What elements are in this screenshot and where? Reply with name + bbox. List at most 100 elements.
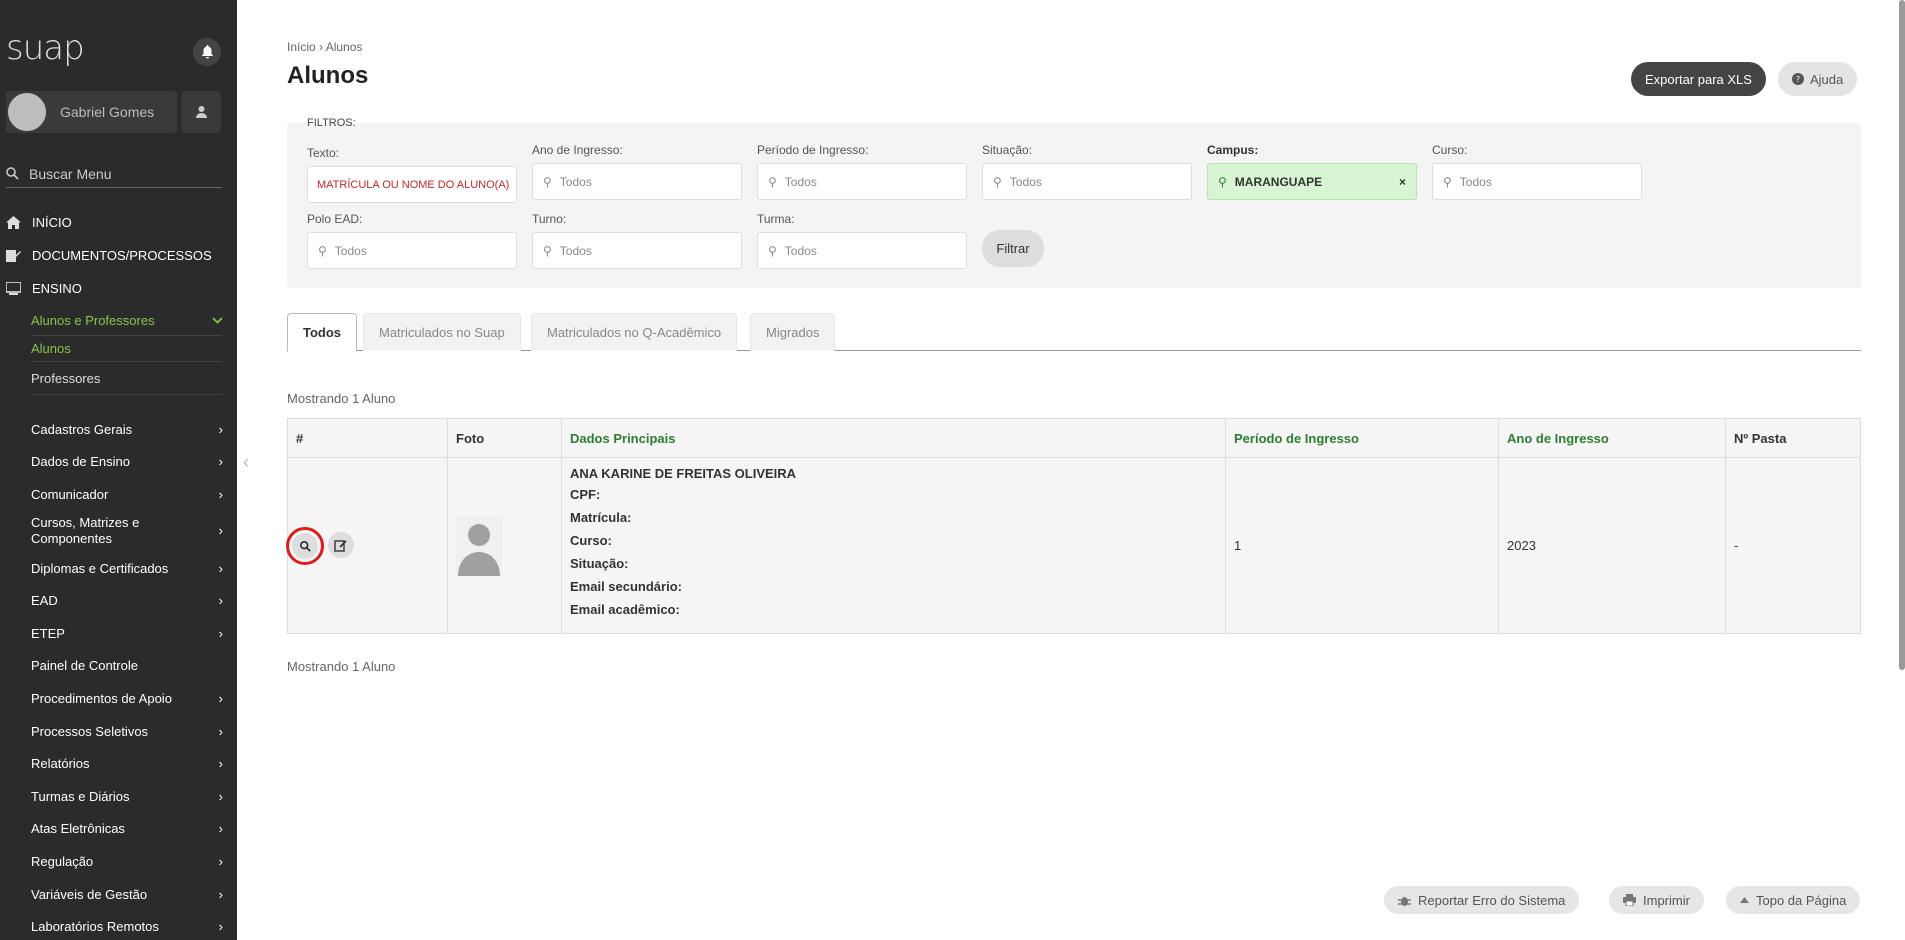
filter-ano-select[interactable]: ⚲ Todos	[532, 163, 742, 200]
sidebar-item-label: Atas Eletrônicas	[31, 821, 125, 837]
student-name[interactable]: ANA KARINE DE FREITAS OLIVEIRA	[570, 466, 1217, 481]
export-xls-button[interactable]: Exportar para XLS	[1631, 62, 1766, 96]
back-to-top-label: Topo da Página	[1756, 892, 1847, 908]
notifications-button[interactable]	[193, 38, 221, 66]
filter-turno-select[interactable]: ⚲ Todos	[532, 232, 742, 269]
sidebar-item-atas-eletronicas[interactable]: Atas Eletrônicas ›	[0, 813, 237, 846]
sidebar-item-processos-seletivos[interactable]: Processos Seletivos ›	[0, 715, 237, 748]
sidebar-item-professores[interactable]: Professores	[31, 361, 222, 395]
bug-icon	[1398, 896, 1411, 906]
edit-student-button[interactable]	[327, 532, 354, 558]
sidebar-item-alunos[interactable]: Alunos	[31, 335, 222, 361]
filter-situacao-select[interactable]: ⚲ Todos	[982, 163, 1192, 200]
table-header-row: # Foto Dados Principais Período de Ingre…	[287, 418, 1861, 458]
printer-icon	[1623, 894, 1636, 906]
sidebar-item-laboratorios-remotos[interactable]: Laboratórios Remotos ›	[0, 910, 237, 940]
tab-migrados[interactable]: Migrados	[750, 313, 836, 351]
sidebar-item-label: Variáveis de Gestão	[31, 886, 148, 902]
breadcrumb-current: Alunos	[325, 40, 363, 54]
tab-matriculados-suap[interactable]: Matriculados no Suap	[363, 313, 521, 351]
sidebar-item-relatorios[interactable]: Relatórios ›	[0, 747, 237, 780]
sidebar-item-documentos[interactable]: DOCUMENTOS/PROCESSOS	[0, 239, 237, 272]
sidebar-item-diplomas[interactable]: Diplomas e Certificados ›	[0, 552, 237, 585]
filter-texto-input[interactable]: MATRÍCULA OU NOME DO ALUNO(A)	[307, 166, 517, 203]
sidebar-item-dados-de-ensino[interactable]: Dados de Ensino ›	[0, 446, 237, 479]
filter-turno-value: Todos	[559, 243, 592, 258]
sidebar-item-etep[interactable]: ETEP ›	[0, 617, 237, 650]
results-count-bottom: Mostrando 1 Aluno	[287, 659, 396, 674]
filter-ano-value: Todos	[559, 174, 592, 189]
document-edit-icon	[6, 249, 24, 262]
page-title: Alunos	[287, 62, 369, 89]
print-button[interactable]: Imprimir	[1609, 886, 1704, 914]
tab-todos[interactable]: Todos	[287, 313, 358, 352]
menu-search[interactable]: Buscar Menu	[6, 160, 222, 188]
report-error-button[interactable]: Reportar Erro do Sistema	[1384, 886, 1580, 914]
filter-texto-label: Texto:	[307, 146, 340, 160]
sidebar-item-procedimentos-de-apoio[interactable]: Procedimentos de Apoio ›	[0, 682, 237, 715]
home-icon	[6, 216, 24, 229]
filter-turma-label: Turma:	[757, 212, 795, 226]
sidebar-item-cadastros-gerais[interactable]: Cadastros Gerais ›	[0, 413, 237, 446]
sidebar-item-label: Relatórios	[31, 756, 90, 772]
user-profile-button[interactable]	[182, 91, 221, 133]
help-button[interactable]: ? Ajuda	[1778, 62, 1858, 96]
tab-matriculados-q-academico[interactable]: Matriculados no Q-Acadêmico	[531, 313, 738, 351]
sidebar-item-cursos-matrizes[interactable]: Cursos, Matrizes e Componentes ›	[0, 511, 237, 552]
filter-ano: Ano de Ingresso: ⚲ Todos	[532, 143, 742, 200]
edit-icon	[334, 539, 347, 552]
sidebar-item-turmas-e-diarios[interactable]: Turmas e Diários ›	[0, 780, 237, 813]
filter-polo-label: Polo EAD:	[307, 212, 363, 226]
sidebar-item-label: Dados de Ensino	[31, 454, 131, 470]
filter-polo-select[interactable]: ⚲ Todos	[307, 232, 517, 269]
filter-polo: Polo EAD: ⚲ Todos	[307, 212, 517, 269]
chevron-down-icon	[212, 316, 223, 324]
filter-turma-select[interactable]: ⚲ Todos	[757, 232, 967, 269]
breadcrumb: Início › Alunos	[287, 40, 362, 54]
column-header-ano[interactable]: Ano de Ingresso	[1498, 418, 1726, 458]
sidebar-item-painel-de-controle[interactable]: Painel de Controle	[0, 650, 237, 683]
sidebar-item-ead[interactable]: EAD ›	[0, 584, 237, 617]
filter-campus-select[interactable]: ⚲ MARANGUAPE ×	[1207, 163, 1417, 200]
bell-icon	[201, 45, 213, 59]
search-icon: ⚲	[1218, 174, 1227, 189]
filter-curso-select[interactable]: ⚲ Todos	[1432, 163, 1642, 200]
sidebar-item-regulacao[interactable]: Regulação ›	[0, 845, 237, 878]
view-student-button[interactable]	[286, 527, 324, 565]
report-error-label: Reportar Erro do Sistema	[1418, 892, 1566, 908]
sidebar-item-variaveis-de-gestao[interactable]: Variáveis de Gestão ›	[0, 878, 237, 911]
filter-ano-label: Ano de Ingresso:	[532, 143, 623, 157]
cell-periodo: 1	[1225, 457, 1499, 634]
chevron-right-icon: ›	[218, 821, 223, 837]
chalkboard-icon	[6, 282, 24, 295]
filter-periodo-select[interactable]: ⚲ Todos	[757, 163, 967, 200]
sidebar-group-alunos-professores[interactable]: Alunos e Professores	[0, 305, 237, 335]
results-count: Mostrando 1 Aluno	[287, 391, 396, 406]
help-icon: ?	[1792, 73, 1804, 85]
breadcrumb-home-link[interactable]: Início	[287, 40, 316, 54]
student-photo[interactable]	[456, 515, 502, 576]
sidebar-item-inicio[interactable]: INÍCIO	[0, 206, 237, 239]
suap-logo[interactable]: suap	[6, 28, 85, 68]
sidebar-collapse-toggle[interactable]: ‹	[243, 452, 249, 473]
page-scrollbar[interactable]	[1899, 0, 1905, 670]
breadcrumb-separator: ›	[319, 40, 324, 54]
students-table: # Foto Dados Principais Período de Ingre…	[286, 418, 1861, 634]
filter-periodo-label: Período de Ingresso:	[757, 143, 869, 157]
chevron-left-icon: ‹	[243, 452, 249, 472]
filter-campus-clear-icon[interactable]: ×	[1399, 175, 1406, 189]
sidebar-item-label: Processos Seletivos	[31, 723, 149, 739]
filter-button[interactable]: Filtrar	[982, 230, 1044, 267]
column-header-index: #	[287, 418, 448, 458]
user-menu[interactable]: Gabriel Gomes	[6, 91, 177, 133]
menu-search-input[interactable]: Buscar Menu	[29, 166, 111, 182]
sidebar-item-comunicador[interactable]: Comunicador ›	[0, 478, 237, 511]
sidebar-item-label: Comunicador	[31, 486, 109, 502]
column-header-periodo[interactable]: Período de Ingresso	[1225, 418, 1499, 458]
sidebar-item-label: Cursos, Matrizes e Componentes	[31, 515, 140, 547]
sidebar-item-label: Regulação	[31, 853, 94, 869]
filter-polo-value: Todos	[334, 243, 367, 258]
column-header-dados[interactable]: Dados Principais	[561, 418, 1226, 458]
back-to-top-button[interactable]: Topo da Página	[1726, 886, 1861, 914]
sidebar-item-ensino[interactable]: ENSINO	[0, 272, 237, 305]
